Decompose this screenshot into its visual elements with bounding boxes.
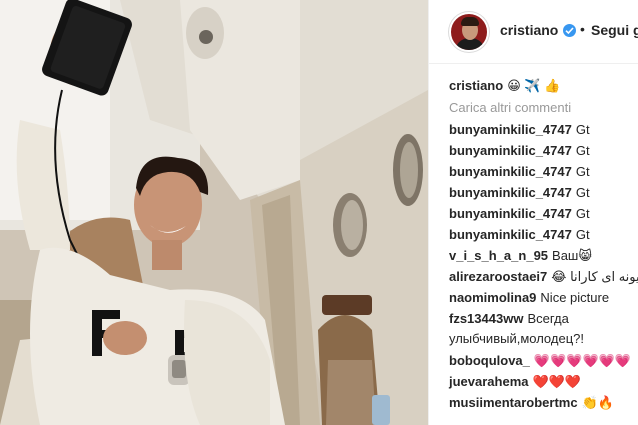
comment-text: ❤️❤️❤️ [532,374,582,389]
comment-text: Gt [575,227,590,242]
comment-text: Ваш😸 [552,248,592,263]
comment-username[interactable]: naomimolina9 [449,290,536,305]
comment-item: bunyaminkilic_4747 Gt [449,204,590,224]
comment-username[interactable]: bunyaminkilic_4747 [449,122,572,137]
avatar[interactable] [449,12,489,52]
comment-item: bunyaminkilic_4747 Gt [449,120,590,140]
comment-username[interactable]: fzs13443ww [449,311,523,326]
comment-text: Gt [575,143,590,158]
comment-text: دیونه ای کارانا 😂 [551,269,638,284]
follow-button[interactable]: Segui già [591,22,638,38]
load-more-comments-button[interactable]: Carica altri commenti [449,98,571,118]
verified-badge-icon [563,24,576,37]
comment-item: bunyaminkilic_4747 Gt [449,225,590,245]
comment-item: v_i_s_h_a_n_95 Ваш😸 [449,246,592,266]
comment-username[interactable]: bunyaminkilic_4747 [449,143,572,158]
post-side-panel: cristiano • Segui già cristiano 😀 ✈️ 👍 Ca… [428,0,638,425]
comment-username[interactable]: bunyaminkilic_4747 [449,185,572,200]
comment-text: 👏🔥 [581,395,614,410]
comment-username[interactable]: juevarahema [449,374,529,389]
comment-item: juevarahema ❤️❤️❤️ [449,372,581,392]
comment-item: boboqulova_ 💗💗💗💗💗💗 [449,351,631,371]
comment-username[interactable]: bunyaminkilic_4747 [449,227,572,242]
post-photo[interactable] [0,0,428,425]
comment-text: Gt [575,164,590,179]
comment-text: 💗💗💗💗💗💗 [533,353,632,368]
comment-username[interactable]: v_i_s_h_a_n_95 [449,248,548,263]
header-username[interactable]: cristiano [500,22,558,38]
comment-item: naomimolina9 Nice picture [449,288,609,308]
comment-text: Gt [575,206,590,221]
post-header: cristiano • Segui già [429,0,638,64]
comment-username[interactable]: musiimentarobertmc [449,395,578,410]
comment-username[interactable]: bunyaminkilic_4747 [449,164,572,179]
comment-username[interactable]: bunyaminkilic_4747 [449,206,572,221]
comment-item: fzs13443ww Всегда улыбчивый,молодец?! [449,309,634,349]
comment-text: Gt [575,185,590,200]
caption-username[interactable]: cristiano [449,78,503,93]
comment-item: bunyaminkilic_4747 Gt [449,141,590,161]
comment-item: musiimentarobertmc 👏🔥 [449,393,614,413]
comment-item: bunyaminkilic_4747 Gt [449,162,590,182]
header-separator: • [580,21,585,37]
comment-item: alirezaroostaei7 دیونه ای کارانا 😂 [449,267,638,287]
comment-item: bunyaminkilic_4747 Gt [449,183,590,203]
comment-username[interactable]: alirezaroostaei7 [449,269,547,284]
caption-text: 😀 ✈️ 👍 [507,78,561,93]
comment-username[interactable]: boboqulova_ [449,353,530,368]
comment-text: Gt [575,122,590,137]
comment-text: Nice picture [540,290,610,305]
caption: cristiano 😀 ✈️ 👍 [449,76,560,96]
